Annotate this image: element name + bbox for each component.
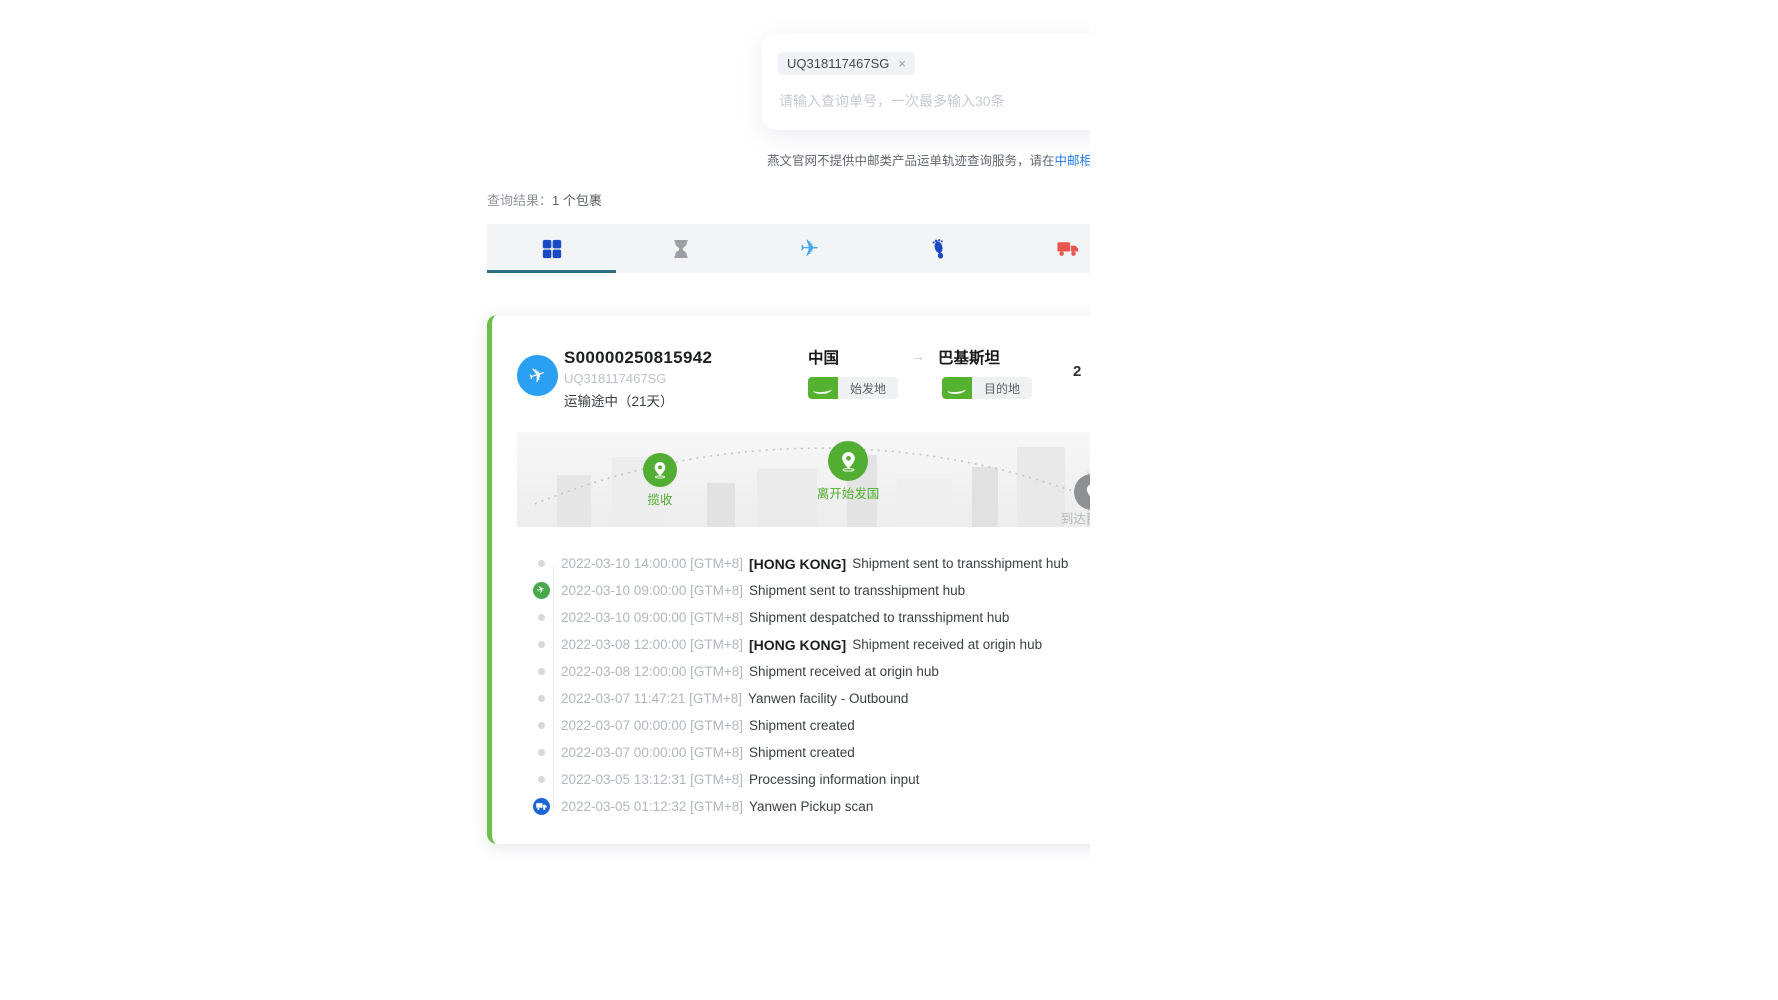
truck-icon <box>1057 240 1079 258</box>
timeline-time: 2022-03-07 11:47:21 [GTM+8] <box>561 691 742 706</box>
timeline-time: 2022-03-10 09:00:00 [GTM+8] <box>561 583 743 598</box>
airplane-icon: ✈ <box>533 582 550 599</box>
timeline-description: Yanwen Pickup scan <box>749 799 873 814</box>
timeline-location: [HONG KONG] <box>749 556 846 572</box>
viewport-clip: UQ318117467SG × 请输入查询单号，一次最多输入30条 燕文官网不提… <box>0 0 1090 1000</box>
origin-badge: 始发地 <box>808 377 898 399</box>
route-dotted-path <box>517 432 1090 527</box>
timeline-description: Shipment received at origin hub <box>749 664 939 679</box>
tab-truck[interactable] <box>1003 224 1090 273</box>
timeline-description: Shipment created <box>749 718 855 733</box>
airplane-icon: ✈ <box>526 363 548 387</box>
shipment-avatar: ✈ <box>517 355 558 396</box>
shipment-status: 运输途中（21天） <box>564 390 674 410</box>
timeline-description: Shipment sent to transshipment hub <box>749 583 965 598</box>
timeline-row: 2022-03-05 13:12:31 [GTM+8] Processing in… <box>520 766 1090 793</box>
milestone-pickup-label: 揽收 <box>647 489 672 508</box>
tracking-number-tag-label: UQ318117467SG <box>787 56 889 71</box>
map-pin-icon <box>652 461 668 479</box>
milestone-departed-marker <box>828 441 868 481</box>
timeline-row: ✈ 2022-03-10 09:00:00 [GTM+8] Shipment sen… <box>520 577 1090 604</box>
yanwen-logo-mark <box>808 377 838 399</box>
timeline-location: [HONG KONG] <box>749 637 846 653</box>
milestone-pickup-marker <box>643 453 677 487</box>
milestone-departed-label: 离开始发国 <box>817 483 880 502</box>
page: UQ318117467SG × 请输入查询单号，一次最多输入30条 燕文官网不提… <box>0 0 1778 1000</box>
timeline-time: 2022-03-07 00:00:00 [GTM+8] <box>561 745 743 760</box>
clipped-right-text: 2 <box>1073 363 1081 380</box>
timeline-row: 2022-03-10 14:00:00 [GTM+8] [HONG KONG] Sh… <box>520 550 1090 577</box>
yanwen-logo-mark <box>942 377 972 399</box>
timeline-dot-icon <box>538 641 545 648</box>
timeline-time: 2022-03-05 13:12:31 [GTM+8] <box>561 772 743 787</box>
footprint-icon <box>929 238 949 260</box>
milestone-arrived-label: 到达目的国 <box>1061 508 1090 527</box>
timeline-description: Shipment sent to transshipment hub <box>852 556 1068 571</box>
timeline-time: 2022-03-05 01:12:32 [GTM+8] <box>561 799 743 814</box>
timeline-time: 2022-03-08 12:00:00 [GTM+8] <box>561 664 743 679</box>
tracking-number: S00000250815942 <box>564 348 712 368</box>
close-icon[interactable]: × <box>898 57 906 70</box>
map-pin-icon <box>1084 483 1091 502</box>
search-panel: UQ318117467SG × 请输入查询单号，一次最多输入30条 <box>762 34 1090 130</box>
carrier-tabbar: ✈ <box>487 224 1090 273</box>
timeline-dot-icon <box>538 695 545 702</box>
package-icon <box>541 238 563 260</box>
tab-airplane[interactable]: ✈ <box>745 224 874 273</box>
search-input[interactable]: 请输入查询单号，一次最多输入30条 <box>779 91 1005 111</box>
map-banner: 揽收 离开始发国 到达目的国 <box>517 432 1090 527</box>
results-count: 1 个包裹 <box>552 193 602 208</box>
timeline-description: Shipment despatched to transshipment hub <box>749 610 1009 625</box>
timeline-dot-icon <box>538 668 545 675</box>
timeline-description: Shipment received at origin hub <box>852 637 1042 652</box>
timeline-description: Shipment created <box>749 745 855 760</box>
tab-package[interactable] <box>487 224 616 273</box>
truck-icon <box>533 798 550 815</box>
timeline-dot-icon <box>538 776 545 783</box>
timeline-description: Yanwen facility - Outbound <box>748 691 908 706</box>
notice-text: 燕文官网不提供中邮类产品运单轨迹查询服务，请在中邮相关网 <box>767 150 1090 169</box>
notice-prefix: 燕文官网不提供中邮类产品运单轨迹查询服务，请在 <box>767 154 1055 168</box>
arrow-right-icon: → <box>911 348 925 364</box>
timeline-dot-icon <box>538 614 545 621</box>
timeline-row: 2022-03-07 00:00:00 [GTM+8] Shipment crea… <box>520 739 1090 766</box>
timeline-row: 2022-03-10 09:00:00 [GTM+8] Shipment desp… <box>520 604 1090 631</box>
shipment-card: ✈ S00000250815942 UQ318117467SG 运输途中（21天… <box>487 315 1090 844</box>
timeline-row: 2022-03-07 11:47:21 [GTM+8] Yanwen facili… <box>520 685 1090 712</box>
map-pin-icon <box>839 451 858 472</box>
timeline-row: 2022-03-07 00:00:00 [GTM+8] Shipment crea… <box>520 712 1090 739</box>
results-summary: 查询结果：1 个包裹 <box>487 190 602 209</box>
timeline-dot-icon <box>538 722 545 729</box>
results-label: 查询结果： <box>487 193 552 208</box>
destination-badge: 目的地 <box>942 377 1032 399</box>
timeline-row: 2022-03-08 12:00:00 [GTM+8] [HONG KONG] Sh… <box>520 631 1090 658</box>
timeline-description: Processing information input <box>749 772 919 787</box>
origin-badge-label: 始发地 <box>838 377 898 399</box>
tracking-number-tag[interactable]: UQ318117467SG × <box>778 52 915 75</box>
timeline-time: 2022-03-08 12:00:00 [GTM+8] <box>561 637 743 652</box>
destination-country: 巴基斯坦 <box>938 346 1000 368</box>
timeline-time: 2022-03-10 14:00:00 [GTM+8] <box>561 556 743 571</box>
tab-footprint[interactable] <box>874 224 1003 273</box>
timeline-row: 2022-03-05 01:12:32 [GTM+8] Yanwen Pickup… <box>520 793 1090 820</box>
airplane-icon: ✈ <box>800 237 819 260</box>
timeline-time: 2022-03-10 09:00:00 [GTM+8] <box>561 610 743 625</box>
china-post-link[interactable]: 中邮相关网 <box>1055 154 1090 168</box>
timeline-list: 2022-03-10 14:00:00 [GTM+8] [HONG KONG] Sh… <box>520 550 1090 820</box>
hourglass-icon <box>671 239 691 259</box>
timeline-dot-icon <box>538 560 545 567</box>
waybill-number: UQ318117467SG <box>564 371 666 386</box>
tab-hourglass[interactable] <box>616 224 745 273</box>
timeline-dot-icon <box>538 749 545 756</box>
timeline-row: 2022-03-08 12:00:00 [GTM+8] Shipment rece… <box>520 658 1090 685</box>
destination-badge-label: 目的地 <box>972 377 1032 399</box>
timeline-time: 2022-03-07 00:00:00 [GTM+8] <box>561 718 743 733</box>
origin-country: 中国 <box>808 346 839 368</box>
